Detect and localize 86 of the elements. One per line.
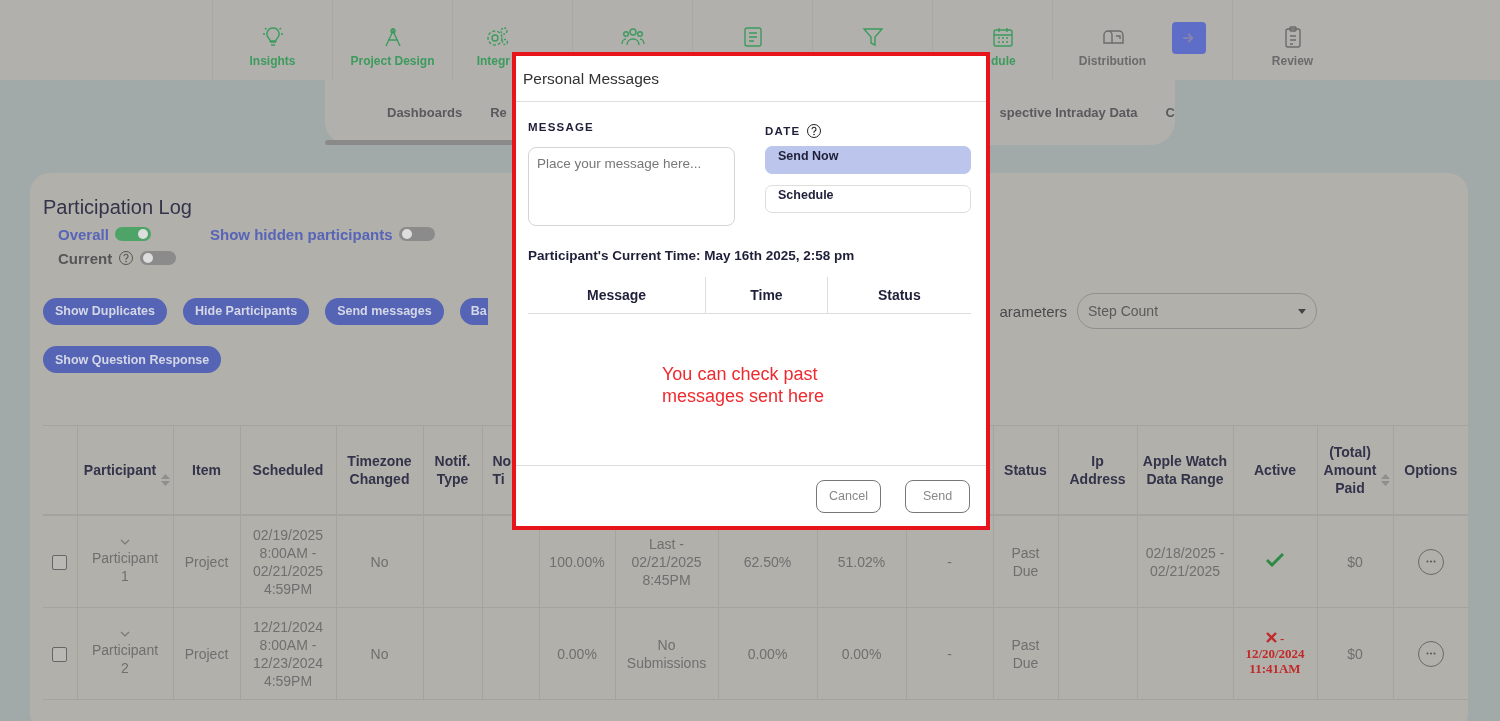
table-cell: No — [370, 645, 389, 662]
action-button[interactable]: Show Duplicates — [43, 297, 168, 325]
nav-tab[interactable]: Distribution — [1078, 54, 1147, 68]
table-cell: Past Due — [1011, 636, 1040, 671]
table-cell: 02/19/2025 8:00AM - 02/21/2025 4:59PM — [252, 526, 324, 597]
table-cell: Past Due — [1011, 544, 1040, 579]
table-cell: - — [947, 553, 952, 570]
column-header: Scheduled — [252, 461, 324, 479]
cross-icon — [1265, 631, 1277, 643]
sub-tab[interactable]: Re — [490, 105, 507, 120]
nav-tab[interactable]: Review — [1271, 54, 1314, 68]
column-header: Active — [1254, 461, 1296, 479]
column-header: Status — [1004, 461, 1047, 479]
column-header: Status — [877, 287, 921, 303]
column-header: Options — [1404, 461, 1458, 479]
field-label: DATE — [765, 125, 801, 137]
sub-tab[interactable]: C — [1165, 105, 1175, 120]
table-cell: 62.50% — [743, 553, 792, 570]
step-icon[interactable] — [991, 25, 1015, 49]
parameter-dropdown[interactable]: Step Count — [1077, 293, 1317, 329]
annotation-text: You can check past messages sent here — [662, 362, 826, 407]
help-icon[interactable] — [806, 123, 823, 139]
action-button[interactable]: Hide Participants — [183, 297, 310, 325]
column-header: Apple Watch Data Range — [1141, 452, 1229, 488]
participant-name: Participant 1 — [91, 549, 159, 584]
dialog-title: Personal Messages — [523, 69, 660, 88]
column-header: Item — [192, 461, 221, 479]
toggle-switch[interactable] — [140, 251, 177, 265]
column-header: (Total) Amount Paid — [1322, 443, 1378, 497]
column-header: Timezone Changed — [346, 452, 413, 488]
table-cell: 12/21/2024 8:00AM - 12/23/2024 4:59PM — [252, 618, 324, 689]
dialog-button[interactable]: Send — [905, 479, 970, 513]
step-icon[interactable] — [260, 25, 285, 49]
arrow-button[interactable] — [1172, 22, 1206, 54]
row-checkbox[interactable] — [52, 647, 68, 663]
field-label: MESSAGE — [528, 121, 594, 133]
column-header: Ip Address — [1068, 452, 1127, 488]
table-cell: No — [370, 553, 389, 570]
toggle-switch[interactable] — [114, 227, 151, 241]
table-cell: 0.00% — [841, 645, 882, 662]
table-cell: 0.00% — [747, 645, 788, 662]
table-cell: $0 — [1347, 553, 1363, 570]
sub-tab[interactable]: spective Intraday Data — [999, 105, 1138, 120]
chevron-icon[interactable] — [120, 538, 130, 545]
table-cell: 100.00% — [549, 553, 605, 570]
table-cell: Project — [184, 645, 229, 662]
toggle-label: Overall — [58, 225, 109, 243]
table-cell: Project — [184, 553, 229, 570]
action-button[interactable]: Send messages — [325, 297, 444, 325]
table-cell: - — [947, 645, 952, 662]
current-time: Participant's Current Time: May 16th 2025, 2:58 pm — [528, 248, 856, 263]
ellipsis-icon — [1425, 560, 1436, 563]
date-option[interactable]: Send Now — [765, 146, 971, 174]
column-header: No Ti — [492, 452, 512, 488]
sort-icon[interactable] — [160, 474, 170, 486]
column-header: Notif. Type — [433, 452, 472, 488]
section-title: Participation Log — [43, 195, 192, 219]
date-option[interactable]: Schedule — [765, 185, 971, 213]
table-cell: Last - 02/21/2025 8:45PM — [631, 535, 702, 588]
table-cell: 51.02% — [837, 553, 886, 570]
table-cell: 0.00% — [557, 645, 597, 662]
toggle-label: Show hidden participants — [210, 225, 393, 243]
step-icon[interactable] — [860, 25, 885, 49]
table-cell: $0 — [1347, 645, 1363, 662]
scrollbar[interactable] — [325, 140, 515, 145]
action-button[interactable]: Ba — [459, 297, 488, 325]
step-icon[interactable] — [486, 25, 510, 49]
toggle-switch[interactable] — [398, 227, 435, 241]
column-header: Participant — [83, 461, 157, 479]
chevron-icon[interactable] — [120, 630, 130, 637]
row-checkbox[interactable] — [52, 555, 68, 571]
column-header: Time — [750, 287, 783, 303]
caret-icon[interactable] — [1298, 308, 1306, 314]
field-label: arameters — [999, 302, 1067, 320]
message-input[interactable]: Place your message here... — [528, 147, 735, 226]
table-cell: No Submissions — [626, 636, 707, 671]
column-header: Message — [587, 287, 647, 303]
dialog-button[interactable]: Cancel — [816, 479, 881, 513]
ellipsis-icon — [1425, 652, 1436, 655]
toggle-label: Current — [58, 249, 113, 267]
inactive-note: - 12/20/2024 11:41AM — [1244, 630, 1306, 676]
action-button[interactable]: Show Question Response — [43, 346, 222, 373]
table-cell: 02/18/2025 - 02/21/2025 — [1145, 544, 1225, 579]
sub-tab[interactable]: Dashboards — [387, 105, 463, 120]
participant-name: Participant 2 — [91, 641, 159, 676]
sort-icon[interactable] — [1380, 474, 1390, 486]
